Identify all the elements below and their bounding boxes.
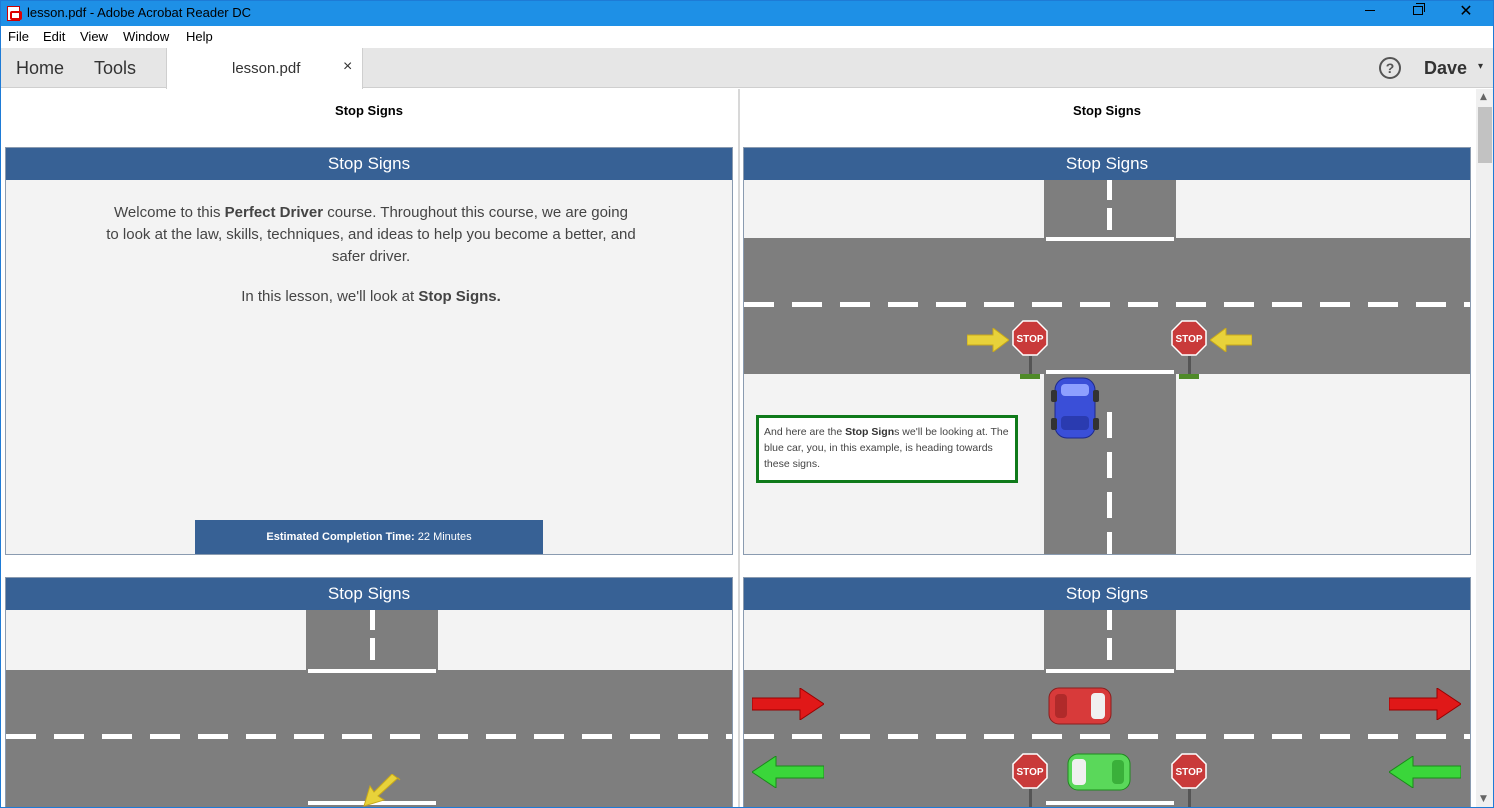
intro-text-pre: Welcome to this [114,204,225,221]
lane-dash [1107,180,1112,200]
close-tab-icon[interactable]: × [343,58,352,76]
stop-sign-callout: And here are the Stop Signs we'll be loo… [756,415,1018,483]
sign-post [1029,789,1032,807]
stop-sign-icon: STOP [1171,320,1207,356]
svg-text:STOP: STOP [1016,334,1043,345]
lane-dash [1107,208,1112,230]
slide-intro: Stop Signs Welcome to this Perfect Drive… [5,147,733,555]
lane-dash [370,638,375,660]
green-arrow-left-icon [752,756,824,788]
lane-dash [1107,492,1112,518]
stop-sign-icon: STOP [1171,753,1207,789]
sign-post [1188,789,1191,807]
title-bar: lesson.pdf - Adobe Acrobat Reader DC ✕ [1,1,1493,26]
lane-dash [1107,610,1112,630]
intersection-scene: STOP STOP [744,610,1470,807]
center-line-dashes [6,734,732,739]
menu-window[interactable]: Window [123,29,169,44]
center-line-dashes [744,302,1470,307]
slide-stop-signs-4: Stop Signs STOP STOP [743,577,1471,807]
close-window-button[interactable]: ✕ [1443,1,1489,26]
arrow-down-left-icon [363,774,401,807]
help-icon[interactable]: ? [1379,57,1401,79]
stop-line-bottom [1046,801,1174,805]
svg-text:STOP: STOP [1175,334,1202,345]
stop-sign-icon: STOP [1012,320,1048,356]
intersection-scene [6,610,732,807]
tab-bar: Home Tools lesson.pdf × ? Dave ▾ [1,48,1493,89]
slide-stop-signs-3: Stop Signs [5,577,733,807]
menu-edit[interactable]: Edit [43,29,65,44]
menu-file[interactable]: File [8,29,29,44]
svg-text:STOP: STOP [1016,767,1043,778]
intro-paragraph: Welcome to this Perfect Driver course. T… [106,202,636,268]
red-car-icon [1048,687,1112,725]
stop-line-top [1046,237,1174,241]
stop-line-top [1046,669,1174,673]
svg-text:STOP: STOP [1175,767,1202,778]
app-window: lesson.pdf - Adobe Acrobat Reader DC ✕ F… [0,0,1494,808]
slide-title: Stop Signs [744,148,1470,180]
green-car-icon [1067,753,1131,791]
arrow-right-icon [967,328,1009,352]
scroll-down-icon[interactable]: ▼ [1480,794,1487,804]
callout-text-pre: And here are the [764,426,846,438]
tab-tools[interactable]: Tools [94,58,136,79]
arrow-left-icon [1210,328,1252,352]
completion-time-bar: Estimated Completion Time: 22 Minutes [195,520,543,554]
lane-dash [1107,412,1112,438]
menu-help[interactable]: Help [186,29,213,44]
stop-line-bottom [1046,370,1174,374]
lesson-paragraph: In this lesson, we'll look at Stop Signs… [106,286,636,308]
minimize-button[interactable] [1347,1,1393,26]
callout-text-bold: Stop Sign [845,426,895,438]
document-tab-label: lesson.pdf [232,60,301,77]
close-icon: ✕ [1459,0,1473,20]
slide-title: Stop Signs [744,578,1470,610]
menu-view[interactable]: View [80,29,108,44]
user-menu[interactable]: Dave [1424,58,1467,79]
slide-body: Welcome to this Perfect Driver course. T… [6,180,732,554]
page-header-right: Stop Signs [1073,103,1141,118]
lane-dash [1107,452,1112,478]
minimize-icon [1365,10,1375,11]
scroll-up-icon[interactable]: ▲ [1480,92,1487,102]
slide-title: Stop Signs [6,148,732,180]
acrobat-app-icon [7,6,22,21]
intro-text-bold: Perfect Driver [224,204,324,221]
completion-value: 22 Minutes [414,531,472,543]
green-arrow-left-icon [1389,756,1461,788]
lane-dash [1107,638,1112,660]
document-viewer[interactable]: Stop Signs Stop Signs Stop Signs Welcome… [2,89,1476,807]
restore-button[interactable] [1395,1,1441,26]
lane-dash [1107,532,1112,554]
blue-car-icon [1051,377,1099,439]
lane-dash [370,610,375,630]
lesson-text-bold: Stop Signs. [418,288,501,305]
center-line-dashes [744,734,1470,739]
intersection-scene: STOP STOP [744,180,1470,554]
lesson-text-pre: In this lesson, we'll look at [241,288,419,305]
stop-line-top [308,669,436,673]
tab-home[interactable]: Home [16,58,64,79]
tab-document[interactable]: lesson.pdf × [166,48,363,89]
stop-sign-icon: STOP [1012,753,1048,789]
window-title: lesson.pdf - Adobe Acrobat Reader DC [27,5,252,20]
grass-tuft [1179,374,1199,379]
grass-tuft [1020,374,1040,379]
slide-title: Stop Signs [6,578,732,610]
scroll-thumb[interactable] [1478,107,1492,163]
page-divider [738,89,740,807]
restore-icon [1413,3,1425,15]
red-arrow-right-icon [752,688,824,720]
completion-label: Estimated Completion Time: [266,531,415,543]
chevron-down-icon[interactable]: ▾ [1478,61,1483,72]
red-arrow-right-icon [1389,688,1461,720]
page-header-left: Stop Signs [335,103,403,118]
menu-bar: File Edit View Window Help [1,26,1493,48]
slide-stop-signs-intersection: Stop Signs STOP STOP And here are the St… [743,147,1471,555]
vertical-scrollbar[interactable]: ▲ ▼ [1476,89,1493,807]
